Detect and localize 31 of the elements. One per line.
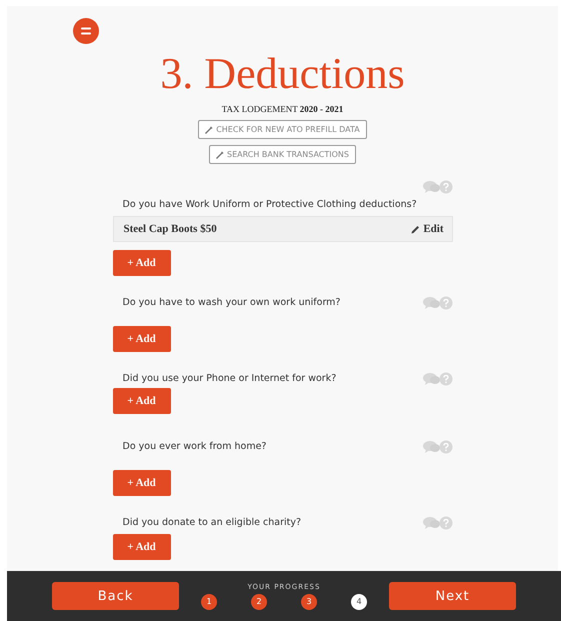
page-title: 3. Deductions [160,50,405,98]
question-text: Do you have Work Uniform or Protective Clothing deductions? [122,198,418,212]
wand-icon [205,126,214,134]
chat-help-icon[interactable] [422,296,452,310]
add-button[interactable]: + Add [112,250,170,276]
question-text: Did you use your Phone or Internet for work? [122,372,338,386]
add-button[interactable]: + Add [112,534,170,560]
chat-help-icon[interactable] [422,440,452,454]
back-button[interactable]: Back [52,582,179,610]
menu-icon[interactable] [73,18,99,44]
item-text: Steel Cap Boots $50 [124,223,217,235]
progress-step[interactable]: 1 [201,594,217,610]
chat-help-icon[interactable] [422,516,452,530]
add-button[interactable]: + Add [112,326,170,352]
question-text: Did you donate to an eligible charity? [122,516,302,530]
wand-icon [216,150,224,158]
tax-year-label: TAX LODGEMENT 2020 - 2021 [222,104,344,114]
add-button[interactable]: + Add [112,470,170,496]
action-button[interactable]: SEARCH BANK TRANSACTIONS [209,145,356,164]
chat-help-icon[interactable] [422,180,452,194]
progress-step[interactable]: 4 [351,594,367,610]
chat-help-icon[interactable] [422,372,452,386]
edit-button[interactable]: Edit [411,223,444,235]
progress-step[interactable]: 2 [251,594,267,610]
next-button[interactable]: Next [389,582,516,610]
pencil-icon [411,224,420,234]
question-text: Do you have to wash your own work uniform? [122,296,342,310]
add-button[interactable]: + Add [112,388,170,414]
action-button[interactable]: CHECK FOR NEW ATO PREFILL DATA [198,120,367,139]
progress-step[interactable]: 3 [301,594,317,610]
question-text: Do you ever work from home? [122,440,268,454]
